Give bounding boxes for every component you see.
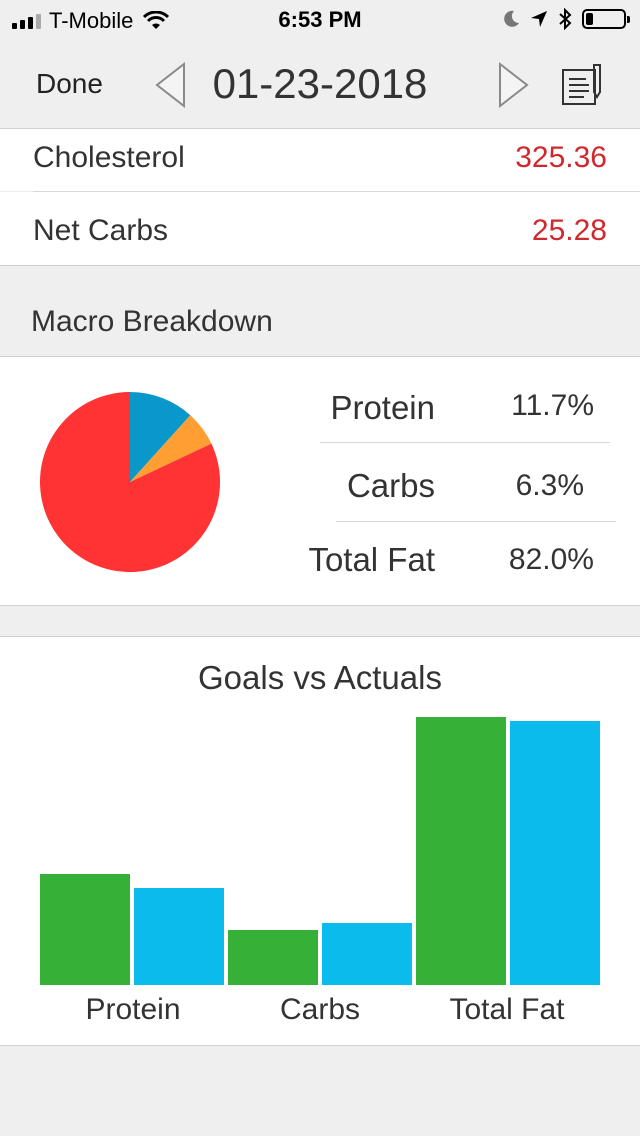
bar-actual-total-fat xyxy=(510,721,600,985)
bar-actual-protein xyxy=(134,888,224,985)
nutrient-value: 25.28 xyxy=(531,214,607,247)
macro-pct-total-fat: 82.0% xyxy=(508,543,594,576)
x-tick-label: Carbs xyxy=(279,993,361,1026)
nutrient-label: Cholesterol xyxy=(33,141,185,174)
bar-actual-carbs xyxy=(322,923,412,985)
macro-name-total-fat: Total Fat xyxy=(308,541,435,578)
bar-goal-protein xyxy=(40,874,130,985)
bar-chart xyxy=(0,637,640,1045)
status-icons xyxy=(502,8,630,30)
bluetooth-icon xyxy=(559,8,572,30)
nutrient-value: 325.36 xyxy=(515,141,607,174)
macro-pct-protein: 11.7% xyxy=(511,389,594,422)
location-arrow-icon xyxy=(531,11,547,27)
moon-icon xyxy=(504,10,519,27)
nutrient-row-net-carbs: Net Carbs 25.28 xyxy=(0,192,640,266)
date-title: 01-23-2018 xyxy=(212,60,428,107)
macro-name-protein: Protein xyxy=(330,389,435,426)
macro-pie-chart xyxy=(40,392,220,572)
status-bar: T-Mobile 6:53 PM xyxy=(0,0,640,40)
macro-divider xyxy=(336,521,616,522)
section-header-macro-breakdown: Macro Breakdown xyxy=(31,305,273,338)
macro-divider xyxy=(320,442,610,443)
bar-goal-total-fat xyxy=(416,717,506,985)
x-tick-label: Protein xyxy=(85,993,181,1026)
nutrient-label: Net Carbs xyxy=(33,214,169,247)
battery-icon xyxy=(582,9,630,29)
document-edit-icon[interactable] xyxy=(560,62,606,108)
macro-pct-carbs: 6.3% xyxy=(515,469,584,502)
macro-name-carbs: Carbs xyxy=(346,467,435,504)
battery-level xyxy=(586,13,593,25)
chevron-right-icon[interactable] xyxy=(496,62,530,108)
x-tick-label: Total Fat xyxy=(449,993,565,1026)
nutrient-row-cholesterol: Cholesterol 325.36 xyxy=(0,129,640,191)
macro-breakdown-panel: Protein 11.7% Carbs 6.3% Total Fat 82.0% xyxy=(0,356,640,606)
bar-goal-carbs xyxy=(228,930,318,985)
navigation-bar: Done 01-23-2018 xyxy=(0,40,640,129)
goals-vs-actuals-panel: Goals vs Actuals Protein Carbs Total Fat xyxy=(0,636,640,1046)
